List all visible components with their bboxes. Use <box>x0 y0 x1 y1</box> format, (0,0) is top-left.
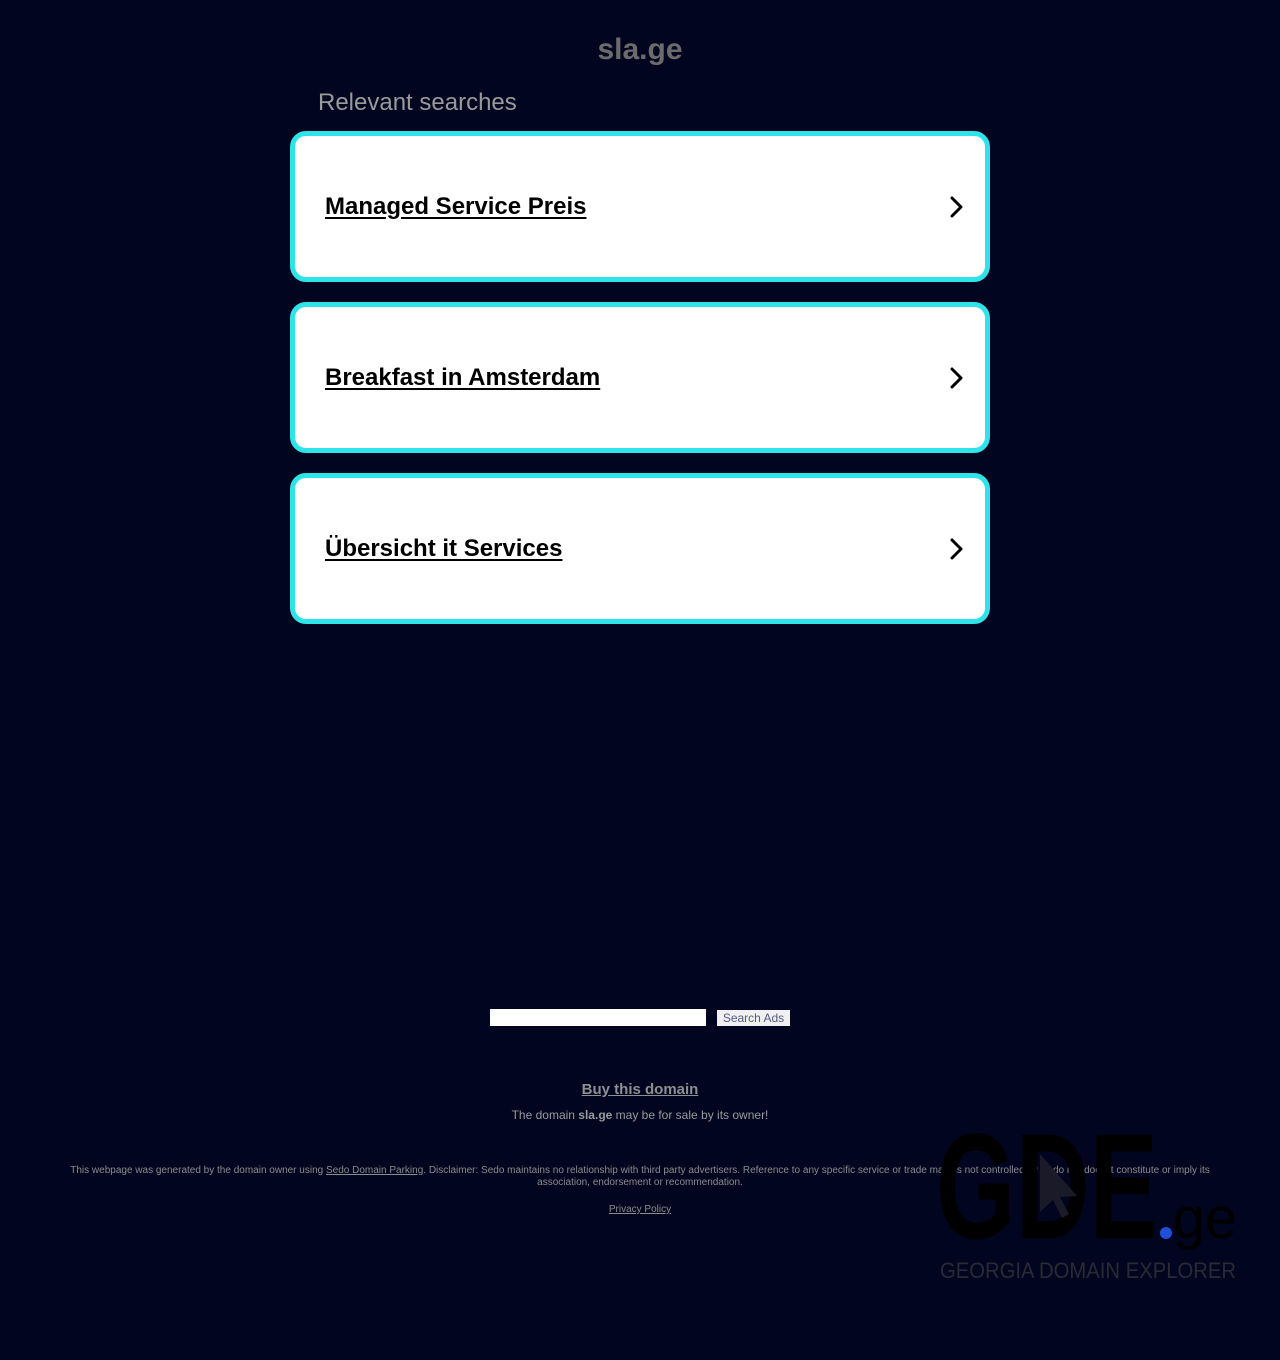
watermark-tagline: GEORGIA DOMAIN EXPLORER <box>940 1258 1236 1283</box>
watermark-tld: ge <box>1173 1186 1237 1251</box>
search-ads-button[interactable]: Search Ads <box>717 1010 790 1026</box>
sale-text-after: may be for sale by its owner! <box>612 1108 769 1122</box>
privacy-policy-link[interactable]: Privacy Policy <box>609 1204 671 1215</box>
search-result-card[interactable]: Übersicht it Services <box>290 473 990 624</box>
search-result-link[interactable]: Übersicht it Services <box>325 535 562 563</box>
sale-text-before: The domain <box>511 1108 579 1122</box>
disclaimer-text-after: . Disclaimer: Sedo maintains no relation… <box>423 1165 1210 1188</box>
disclaimer-text-before: This webpage was generated by the domain… <box>70 1165 326 1176</box>
chevron-right-icon <box>945 366 969 390</box>
search-result-link[interactable]: Managed Service Preis <box>325 193 586 221</box>
chevron-right-icon <box>945 537 969 561</box>
watermark-dot <box>1160 1227 1172 1239</box>
search-result-link[interactable]: Breakfast in Amsterdam <box>325 364 600 392</box>
sedo-parking-link[interactable]: Sedo Domain Parking <box>326 1165 423 1176</box>
privacy-policy: Privacy Policy <box>0 1204 1280 1215</box>
disclaimer: This webpage was generated by the domain… <box>60 1165 1220 1189</box>
relevant-searches-heading: Relevant searches <box>318 89 517 116</box>
search-ads-form: Search Ads <box>490 1009 790 1027</box>
sale-notice: The domain sla.ge may be for sale by its… <box>0 1108 1280 1122</box>
watermark-letters: GDE <box>936 1112 1158 1270</box>
search-result-card[interactable]: Breakfast in Amsterdam <box>290 302 990 453</box>
search-results-list: Managed Service Preis Breakfast in Amste… <box>290 131 990 644</box>
search-ads-input[interactable] <box>490 1009 706 1026</box>
sale-domain: sla.ge <box>578 1108 613 1122</box>
search-result-card[interactable]: Managed Service Preis <box>290 131 990 282</box>
chevron-right-icon <box>945 195 969 219</box>
gde-watermark-logo: GDE ge GEORGIA DOMAIN EXPLORER <box>936 1112 1237 1283</box>
domain-title: sla.ge <box>597 33 683 66</box>
buy-domain-link[interactable]: Buy this domain <box>0 1081 1280 1098</box>
